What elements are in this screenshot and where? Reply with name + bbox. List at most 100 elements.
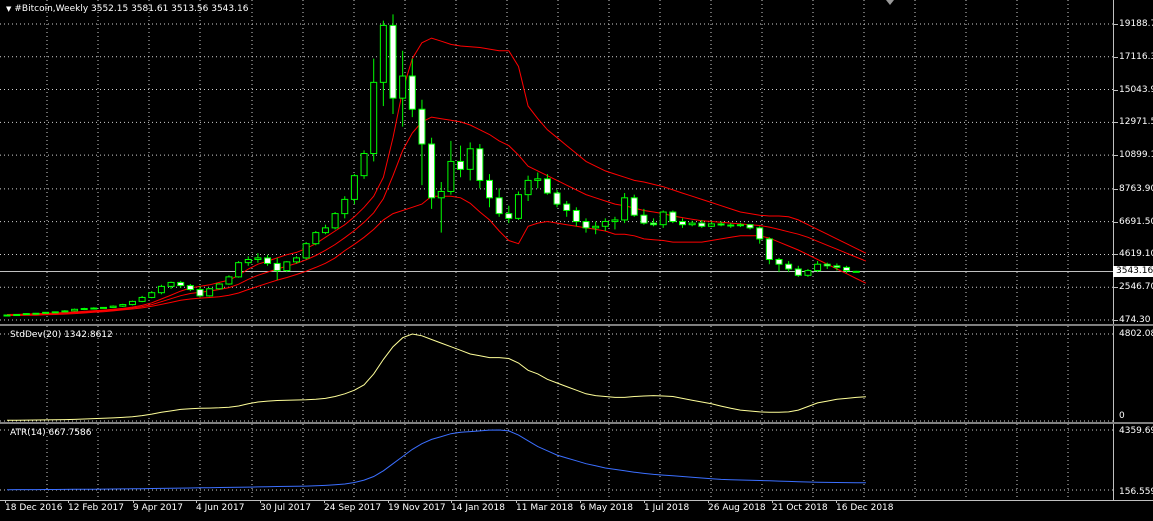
candle (225, 275, 233, 285)
candle-body (524, 179, 532, 196)
candle (3, 314, 11, 317)
price-tick-label: 19188.70 (1119, 19, 1153, 29)
price-tick-label: 6691.50 (1119, 216, 1153, 227)
price-tick-mark (1114, 89, 1118, 91)
candle-body (225, 276, 233, 285)
candle-body (71, 308, 79, 312)
candle-body (61, 310, 69, 313)
candle-body (399, 75, 407, 99)
atr-label: ATR(14) 667.7586 (10, 428, 92, 438)
candle (379, 20, 387, 107)
candle-body (611, 219, 619, 223)
candle-body (495, 197, 503, 215)
candle-body (669, 211, 677, 223)
chart-shift-marker-icon[interactable] (886, 0, 894, 5)
candle-body (42, 311, 50, 314)
price-tick-mark (1114, 287, 1118, 289)
stddev-tick-label: 4802.084 (1119, 329, 1153, 339)
candle (341, 196, 349, 219)
candle (447, 140, 455, 195)
candle (688, 220, 696, 227)
price-chart[interactable] (0, 0, 1113, 324)
candle-body (196, 289, 204, 297)
candle (746, 223, 754, 230)
candle (814, 261, 822, 273)
price-tick-mark (1114, 122, 1118, 124)
candle-body (785, 263, 793, 270)
atr-axis[interactable]: 4359.698 156.559 (1113, 424, 1153, 500)
candle (466, 142, 474, 181)
atr-tick-label: 4359.698 (1119, 426, 1153, 436)
price-tick-label: 10899.10 (1119, 150, 1153, 161)
stddev-chart (0, 326, 1113, 422)
candle (13, 314, 21, 317)
chart-title-text: #Bitcoin,Weekly 3552.15 3581.61 3513.56 … (14, 4, 249, 14)
candle (119, 303, 127, 307)
candle (707, 221, 715, 228)
stddev-axis[interactable]: 4802.084 0 (1113, 326, 1153, 422)
candle (321, 224, 329, 235)
candle (794, 265, 802, 277)
price-tick-mark (1114, 155, 1118, 157)
candle (196, 286, 204, 298)
price-tick-mark (1114, 188, 1118, 190)
candle-body (428, 143, 436, 199)
time-tick-label: 26 Aug 2018 (708, 503, 766, 513)
time-tick-label: 16 Dec 2018 (836, 503, 894, 513)
candle (765, 237, 773, 265)
stddev-label: StdDev(20) 1342.8612 (10, 330, 113, 340)
candle-body (119, 304, 127, 307)
time-tick-label: 12 Feb 2017 (68, 503, 125, 513)
time-tick-label: 11 Mar 2018 (516, 503, 574, 513)
candle-body (206, 288, 214, 297)
candle-body (650, 222, 658, 226)
candle (534, 172, 542, 189)
candle-body (447, 160, 455, 192)
candle-body (22, 313, 30, 316)
candle (804, 268, 812, 277)
candle (727, 223, 735, 228)
candle-body (437, 190, 445, 199)
candle (437, 181, 445, 233)
candle-body (756, 227, 764, 240)
candle (428, 137, 436, 209)
candle (206, 287, 214, 297)
stddev-pane[interactable]: StdDev(20) 1342.8612 (0, 326, 1113, 422)
candle-body (852, 270, 860, 273)
time-axis[interactable]: 18 Dec 2016 12 Feb 2017 9 Apr 2017 4 Jun 20… (0, 500, 1153, 521)
candle-body (679, 221, 686, 226)
candle-body (350, 175, 358, 200)
atr-pane[interactable]: ATR(14) 667.7586 (0, 424, 1113, 500)
candle-body (100, 306, 107, 309)
candle (852, 270, 860, 273)
candle (486, 174, 493, 208)
candle (601, 218, 609, 232)
candle-body (698, 222, 706, 227)
candle-body (138, 296, 146, 302)
candle-body (148, 292, 156, 298)
candle (71, 308, 79, 312)
candle (264, 254, 272, 266)
candle-body (90, 307, 98, 310)
candle (109, 305, 117, 308)
price-tick-label: 8763.90 (1119, 183, 1153, 194)
candle (785, 261, 793, 273)
time-tick-label: 1 Jul 2018 (644, 503, 690, 513)
candle-body (273, 262, 281, 272)
candle-body (370, 81, 378, 155)
chart-title: ▼ #Bitcoin,Weekly 3552.15 3581.61 3513.56… (6, 4, 248, 14)
candle-body (418, 108, 426, 145)
candle (283, 261, 291, 273)
candle (42, 311, 50, 314)
candle-body (293, 257, 300, 263)
candle (553, 189, 561, 208)
candle (679, 218, 686, 228)
candle-body (707, 223, 715, 227)
chart-menu-arrow-icon[interactable]: ▼ (6, 5, 11, 13)
candle (630, 194, 638, 217)
candle (51, 311, 59, 314)
candle-body (283, 261, 291, 272)
candle-body (360, 153, 368, 177)
time-tick-label: 30 Jul 2017 (260, 503, 311, 513)
price-chart-pane[interactable]: ▼ #Bitcoin,Weekly 3552.15 3581.61 3513.56… (0, 0, 1113, 324)
